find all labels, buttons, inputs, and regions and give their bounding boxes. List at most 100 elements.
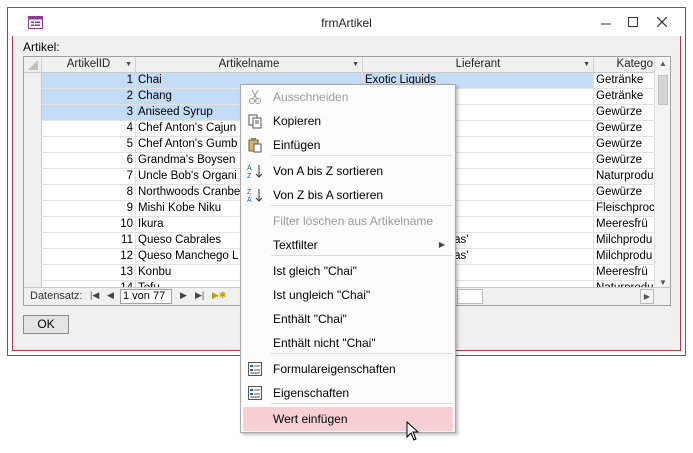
cell-artikelid[interactable]: 13 bbox=[42, 265, 136, 281]
chevron-down-icon[interactable]: ▼ bbox=[352, 57, 359, 72]
context-menu-item[interactable]: Ausschneiden bbox=[241, 85, 455, 109]
context-menu-item[interactable]: Kopieren bbox=[241, 109, 455, 133]
context-menu-item[interactable]: Ist gleich "Chai" bbox=[241, 259, 455, 283]
context-menu-item[interactable]: Eigenschaften bbox=[241, 381, 455, 405]
context-menu-item-label: Von Z bis A sortieren bbox=[273, 188, 384, 202]
context-menu-item[interactable]: Z A Von Z bis A sortieren bbox=[241, 183, 455, 207]
cell-kategorie[interactable]: Gewürze bbox=[594, 153, 656, 169]
context-menu-item[interactable]: A Z Von A bis Z sortieren bbox=[241, 159, 455, 183]
scroll-right-icon[interactable]: ▶ bbox=[640, 289, 654, 304]
cell-kategorie[interactable]: Naturprodu bbox=[594, 169, 656, 185]
context-menu-item-label: Von A bis Z sortieren bbox=[273, 164, 384, 178]
scroll-up-icon[interactable]: ▲ bbox=[655, 59, 670, 68]
cell-kategorie[interactable]: Meeresfrü bbox=[594, 217, 656, 233]
svg-text:A: A bbox=[247, 197, 252, 203]
next-record-icon[interactable]: ▶ bbox=[180, 290, 187, 301]
cell-artikelid[interactable]: 5 bbox=[42, 137, 136, 153]
chevron-down-icon[interactable]: ▼ bbox=[125, 57, 132, 72]
context-menu-item[interactable]: Enthält nicht "Chai" bbox=[241, 331, 455, 355]
context-menu-item-label: Filter löschen aus Artikelname bbox=[273, 214, 434, 228]
cell-artikelid[interactable]: 2 bbox=[42, 89, 136, 105]
menu-separator bbox=[271, 205, 453, 206]
context-menu-item-label: Eigenschaften bbox=[273, 386, 350, 400]
cell-kategorie[interactable]: Gewürze bbox=[594, 121, 656, 137]
context-menu-item-label: Textfilter bbox=[273, 238, 318, 252]
minimize-icon bbox=[601, 23, 611, 25]
column-header-artikelid[interactable]: ArtikelID ▼ bbox=[42, 57, 136, 73]
form-properties-icon bbox=[248, 362, 262, 376]
cell-kategorie[interactable]: Gewürze bbox=[594, 105, 656, 121]
context-menu-item-label: Ist ungleich "Chai" bbox=[273, 288, 371, 302]
window-title: frmArtikel bbox=[321, 16, 372, 30]
context-menu-item[interactable]: Formulareigenschaften bbox=[241, 357, 455, 381]
menu-separator bbox=[271, 353, 453, 354]
context-menu: Ausschneiden Kopieren Einfügen A Z Von A bis … bbox=[240, 84, 456, 433]
title-bar[interactable]: frmArtikel bbox=[8, 8, 685, 36]
first-record-icon[interactable]: |◀ bbox=[90, 290, 99, 301]
context-menu-item-label: Enthält nicht "Chai" bbox=[273, 336, 376, 350]
copy-icon bbox=[248, 114, 262, 129]
cell-artikelid[interactable]: 11 bbox=[42, 233, 136, 249]
cell-artikelid[interactable]: 7 bbox=[42, 169, 136, 185]
cell-kategorie[interactable]: Gewürze bbox=[594, 185, 656, 201]
cell-artikelid[interactable]: 12 bbox=[42, 249, 136, 265]
context-menu-item-label: Kopieren bbox=[273, 114, 322, 128]
context-menu-item[interactable]: Wert einfügen bbox=[243, 407, 453, 431]
cell-kategorie[interactable]: Milchprodu bbox=[594, 249, 656, 265]
column-header-label: Katego bbox=[616, 58, 653, 70]
select-all-icon bbox=[28, 60, 38, 70]
menu-separator bbox=[271, 403, 453, 404]
cell-artikelid[interactable]: 4 bbox=[42, 121, 136, 137]
vertical-scrollbar[interactable]: ▲ ▼ bbox=[654, 57, 670, 289]
context-menu-item[interactable]: Textfilter ▶ bbox=[241, 233, 455, 257]
column-header-kategorie[interactable]: Katego bbox=[594, 57, 656, 73]
new-record-icon[interactable]: ▶✱ bbox=[212, 290, 226, 301]
menu-separator bbox=[271, 255, 453, 256]
column-header-lieferant[interactable]: Lieferant ▼ bbox=[363, 57, 594, 73]
ok-button[interactable]: OK bbox=[23, 315, 69, 334]
column-header-label: ArtikelID bbox=[66, 58, 111, 70]
svg-text:Z: Z bbox=[247, 173, 252, 179]
last-record-icon[interactable]: ▶| bbox=[195, 290, 204, 301]
svg-text:A: A bbox=[247, 165, 252, 172]
maximize-icon bbox=[628, 17, 638, 27]
context-menu-item-label: Ist gleich "Chai" bbox=[273, 264, 357, 278]
scroll-down-icon[interactable]: ▼ bbox=[655, 278, 670, 287]
column-header-label: Artikelname bbox=[218, 58, 280, 70]
column-header-artikelname[interactable]: Artikelname ▼ bbox=[136, 57, 363, 73]
cell-artikelid[interactable]: 3 bbox=[42, 105, 136, 121]
context-menu-item[interactable]: Einfügen bbox=[241, 133, 455, 157]
menu-separator bbox=[271, 155, 453, 156]
cell-artikelid[interactable]: 10 bbox=[42, 217, 136, 233]
cell-artikelid[interactable]: 8 bbox=[42, 185, 136, 201]
cell-artikelid[interactable]: 9 bbox=[42, 201, 136, 217]
minimize-button[interactable] bbox=[593, 12, 619, 32]
context-menu-item[interactable]: Enthält "Chai" bbox=[241, 307, 455, 331]
record-number-input[interactable]: 1 von 77 bbox=[120, 289, 172, 304]
record-nav-label: Datensatz: bbox=[30, 290, 83, 302]
cell-kategorie[interactable]: Getränke bbox=[594, 73, 656, 89]
previous-record-icon[interactable]: ◀ bbox=[107, 290, 114, 301]
cell-artikelid[interactable]: 6 bbox=[42, 153, 136, 169]
column-header-label: Lieferant bbox=[455, 58, 501, 70]
scroll-thumb[interactable] bbox=[658, 75, 668, 105]
cell-kategorie[interactable]: Meeresfrü bbox=[594, 265, 656, 281]
column-header-row: ArtikelID ▼ Artikelname ▼ Lieferant ▼ Kateg… bbox=[24, 57, 670, 73]
context-menu-item-label: Einfügen bbox=[273, 138, 321, 152]
artikel-label: Artikel: bbox=[23, 40, 60, 54]
horizontal-scroll-track[interactable] bbox=[457, 289, 483, 304]
cell-kategorie[interactable]: Milchprodu bbox=[594, 233, 656, 249]
select-all-corner[interactable] bbox=[24, 57, 42, 73]
cell-kategorie[interactable]: Getränke bbox=[594, 89, 656, 105]
sort-ascending-icon: AZ bbox=[247, 165, 263, 179]
cell-kategorie[interactable]: Fleischproc bbox=[594, 201, 656, 217]
context-menu-item[interactable]: Ist ungleich "Chai" bbox=[241, 283, 455, 307]
maximize-button[interactable] bbox=[620, 12, 646, 32]
context-menu-item[interactable]: Filter löschen aus Artikelname bbox=[241, 209, 455, 233]
properties-icon bbox=[248, 386, 262, 400]
close-button[interactable] bbox=[649, 12, 675, 32]
cell-artikelid[interactable]: 1 bbox=[42, 73, 136, 89]
cell-kategorie[interactable]: Gewürze bbox=[594, 137, 656, 153]
context-menu-item-label: Wert einfügen bbox=[273, 412, 348, 426]
chevron-down-icon[interactable]: ▼ bbox=[583, 57, 590, 72]
